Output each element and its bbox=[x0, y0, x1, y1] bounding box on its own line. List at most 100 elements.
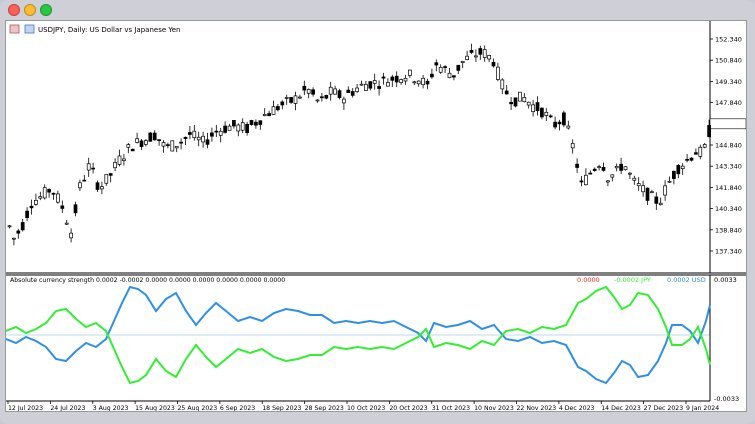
symbol-title: USDJPY, Daily: US Dollar vs Japanese Yen bbox=[38, 26, 180, 34]
candle-body bbox=[368, 81, 373, 89]
time-axis: 12 Jul 2023 24 Jul 2023 3 Aug 2023 15 Aug 2… bbox=[7, 401, 719, 412]
candle-body bbox=[64, 222, 69, 225]
candle-body bbox=[456, 64, 461, 71]
candle-body bbox=[152, 132, 157, 141]
candle-body bbox=[584, 174, 588, 186]
candle-body bbox=[601, 167, 606, 171]
zoom-button[interactable] bbox=[40, 4, 52, 16]
candle-body bbox=[183, 136, 188, 139]
candle-body bbox=[575, 163, 579, 168]
candle-body bbox=[372, 80, 377, 84]
candle-body bbox=[262, 114, 267, 117]
candle-body bbox=[707, 125, 711, 138]
candle-body bbox=[654, 196, 659, 204]
candles-icon[interactable] bbox=[24, 24, 35, 34]
candle-body bbox=[570, 142, 575, 149]
candle-body bbox=[408, 69, 412, 76]
candle-body bbox=[403, 78, 408, 82]
usd-value-label: 0.0002 USD bbox=[667, 276, 706, 284]
candle-body bbox=[504, 90, 509, 95]
app-window: USDJPY, Daily: US Dollar vs Japanese Yen… bbox=[0, 0, 755, 424]
candle-body bbox=[636, 183, 641, 187]
price-tick-label: 143.340 bbox=[715, 163, 742, 171]
chart-window[interactable]: USDJPY, Daily: US Dollar vs Japanese Yen… bbox=[5, 20, 747, 412]
candle-body bbox=[337, 90, 342, 98]
candle-body bbox=[430, 73, 434, 78]
candle-body bbox=[443, 66, 447, 69]
candle-body bbox=[685, 158, 689, 161]
candle-body bbox=[355, 87, 359, 92]
candle-body bbox=[425, 80, 430, 85]
candle-body bbox=[161, 142, 166, 147]
candle-body bbox=[702, 144, 707, 148]
candle-body bbox=[460, 60, 465, 63]
time-tick-label: 31 Oct 2023 bbox=[432, 405, 470, 411]
candle-body bbox=[210, 132, 214, 137]
candle-body bbox=[174, 146, 179, 149]
candle-body bbox=[676, 164, 681, 175]
candle-body bbox=[16, 230, 21, 234]
time-tick-label: 14 Dec 2023 bbox=[601, 405, 641, 411]
candle-body bbox=[166, 144, 170, 147]
candle-body bbox=[522, 97, 527, 103]
candle-body bbox=[7, 225, 12, 228]
candle-body bbox=[100, 186, 104, 190]
candle-body bbox=[108, 173, 113, 176]
candle-body bbox=[346, 89, 351, 94]
candle-body bbox=[513, 97, 518, 107]
close-button[interactable] bbox=[8, 4, 20, 16]
candle-body bbox=[254, 121, 258, 126]
candle-body bbox=[192, 130, 197, 139]
candle-body bbox=[342, 98, 346, 104]
candle-body bbox=[302, 85, 307, 91]
price-axis: 152.340150.840149.340147.840146.340144.8… bbox=[709, 36, 747, 256]
chart-canvas[interactable]: USDJPY, Daily: US Dollar vs Japanese Yen… bbox=[5, 21, 747, 412]
price-tick-label: 149.340 bbox=[715, 78, 742, 86]
candle-body bbox=[60, 205, 65, 209]
time-tick-label: 12 Jul 2023 bbox=[8, 405, 43, 411]
candle-body bbox=[144, 140, 148, 145]
zero-value-label: 0.0000 bbox=[577, 276, 600, 284]
chart-properties-icon[interactable] bbox=[9, 24, 20, 34]
candle-body bbox=[333, 88, 337, 95]
candle-body bbox=[540, 107, 544, 118]
price-tick-label: 138.840 bbox=[715, 226, 742, 234]
candle-body bbox=[201, 135, 205, 143]
minimize-button[interactable] bbox=[24, 4, 36, 16]
price-panel[interactable] bbox=[6, 21, 710, 273]
candle-body bbox=[130, 148, 135, 152]
time-tick-label: 4 Dec 2023 bbox=[559, 405, 595, 411]
price-tick-label: 140.340 bbox=[715, 205, 742, 213]
candle-body bbox=[122, 158, 126, 161]
candle-body bbox=[276, 106, 280, 111]
candle-body bbox=[623, 166, 628, 171]
candle-body bbox=[73, 204, 78, 214]
candle-body bbox=[51, 192, 56, 195]
time-tick-label: 28 Sep 2023 bbox=[305, 405, 344, 411]
candle-body bbox=[236, 124, 241, 132]
candle-body bbox=[47, 189, 51, 193]
jpy-value-label: -0.0002 JPY bbox=[614, 276, 651, 284]
candle-body bbox=[658, 202, 663, 206]
candle-body bbox=[135, 138, 139, 143]
candle-body bbox=[232, 120, 236, 127]
indicator-panel[interactable]: Absolute currency strength 0.0002 -0.000… bbox=[5, 275, 739, 403]
current-price-marker bbox=[709, 118, 747, 130]
candle-body bbox=[113, 162, 117, 169]
candle-body bbox=[157, 139, 161, 141]
candle-body bbox=[214, 130, 219, 133]
time-tick-label: 10 Oct 2023 bbox=[347, 405, 385, 411]
candle-body bbox=[416, 80, 421, 85]
price-tick-label: 152.340 bbox=[715, 36, 742, 44]
candle-body bbox=[293, 95, 298, 104]
candle-body bbox=[509, 101, 513, 105]
candle-body bbox=[42, 187, 47, 199]
candle-body bbox=[619, 163, 623, 171]
time-tick-label: 20 Oct 2023 bbox=[389, 405, 427, 411]
candle-body bbox=[667, 180, 672, 183]
candle-body bbox=[452, 75, 456, 78]
candle-body bbox=[496, 66, 500, 80]
candle-body bbox=[284, 97, 289, 99]
candle-body bbox=[289, 97, 293, 103]
candle-body bbox=[249, 120, 254, 125]
